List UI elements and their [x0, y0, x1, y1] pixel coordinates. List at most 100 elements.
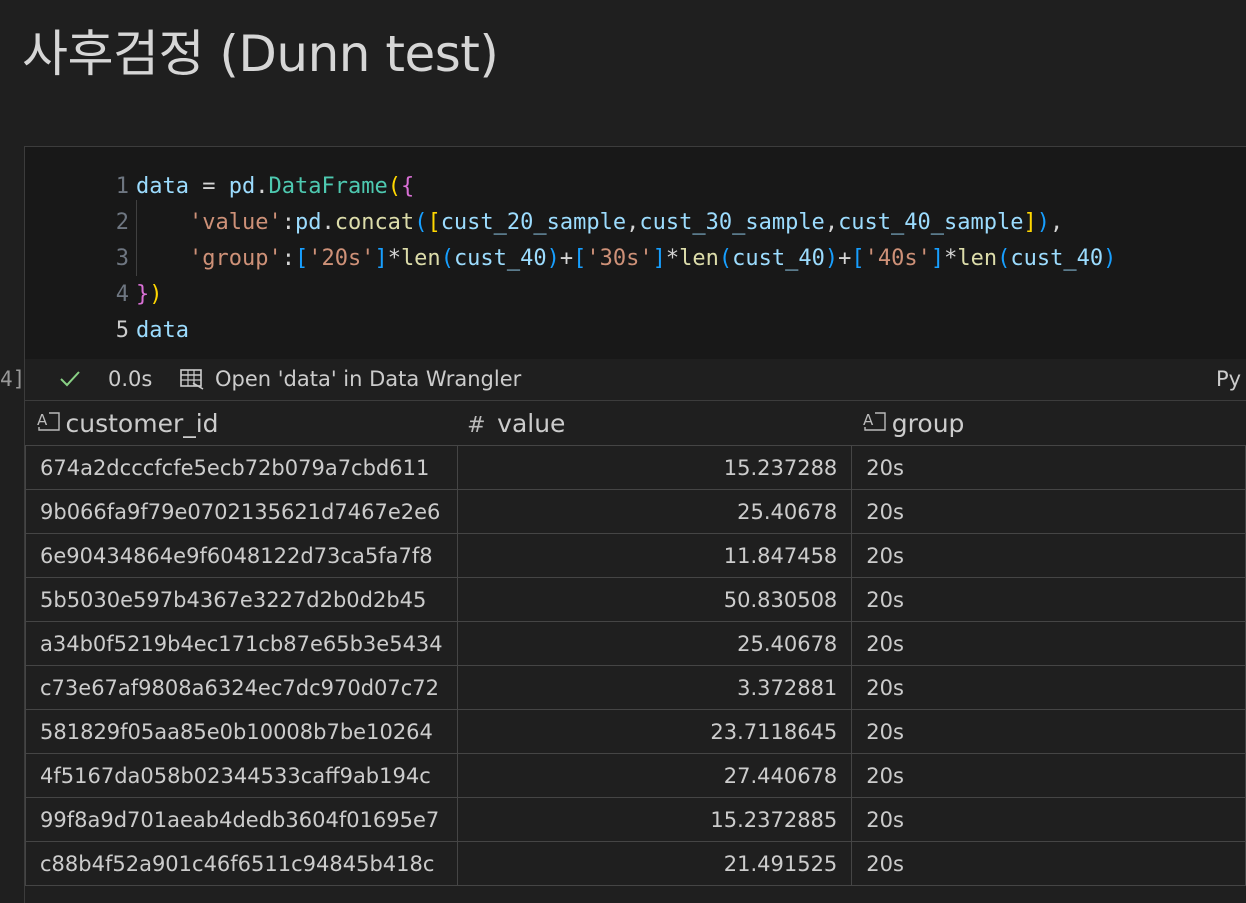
cell-customer-id: c73e67af9808a6324ec7dc970d07c72 — [25, 665, 458, 710]
code-token: concat — [334, 210, 415, 235]
code-token: data — [136, 174, 189, 199]
cell-group: 20s — [851, 533, 1246, 578]
cell-value: 15.2372885 — [456, 797, 853, 842]
execution-count: 4] — [0, 367, 26, 391]
code-token: ( — [997, 246, 1011, 271]
code-token: . — [255, 174, 269, 199]
code-editor[interactable]: 1 data = pd.DataFrame({2 'value':pd.conca… — [25, 147, 1246, 359]
code-token: pd — [294, 210, 322, 235]
code-token: len — [957, 246, 998, 271]
code-token: + — [559, 246, 574, 271]
code-token: ) — [824, 246, 839, 271]
cell-value: 3.372881 — [456, 665, 853, 710]
cell-customer-id: 6e90434864e9f6048122d73ca5fa7f8 — [25, 533, 458, 578]
code-token: ( — [414, 210, 428, 235]
code-token: * — [944, 246, 958, 271]
code-token: ) — [546, 246, 560, 271]
code-token: cust_40_sample — [838, 210, 1024, 235]
code-token: [ — [851, 246, 865, 271]
cell-customer-id: 4f5167da058b02344533caff9ab194c — [25, 753, 458, 798]
cell-group: 20s — [851, 577, 1246, 622]
text-type-icon: A — [862, 410, 892, 438]
code-token: : — [281, 210, 295, 235]
table-header-row: A customer_id # value A group — [25, 401, 1246, 446]
cell-customer-id: 99f8a9d701aeab4dedb3604f01695e7 — [25, 797, 458, 842]
table-row[interactable]: 581829f05aa85e0b10008b7be10264 23.7118645… — [25, 709, 1246, 754]
svg-text:A: A — [37, 411, 48, 429]
table-row[interactable]: 6e90434864e9f6048122d73ca5fa7f8 11.847458… — [25, 533, 1246, 578]
table-row[interactable]: 5b5030e597b4367e3227d2b0d2b45 50.830508 20… — [25, 577, 1246, 622]
code-token: '30s' — [586, 246, 653, 271]
cell-customer-id: 5b5030e597b4367e3227d2b0d2b45 — [25, 577, 458, 622]
code-token: ( — [440, 246, 454, 271]
code-token: , — [626, 210, 640, 235]
code-token: ( — [718, 246, 733, 271]
code-token: ) — [1036, 210, 1050, 235]
code-token: ] — [652, 246, 666, 271]
code-token: cust_30_sample — [639, 210, 825, 235]
cell-group: 20s — [851, 841, 1246, 886]
table-icon[interactable] — [179, 367, 205, 391]
cell-value: 11.847458 — [456, 533, 853, 578]
cell-value: 23.7118645 — [456, 709, 853, 754]
line-number: 3 — [115, 246, 129, 271]
code-token: ) — [1103, 246, 1117, 271]
code-token: len — [679, 246, 719, 271]
cell-customer-id: 9b066fa9f79e0702135621d7467e2e6 — [25, 489, 458, 534]
code-token: . — [321, 210, 335, 235]
code-token: [ — [427, 210, 441, 235]
column-header-value[interactable]: # value — [457, 401, 852, 446]
code-token: ] — [374, 246, 388, 271]
code-token: , — [1050, 210, 1064, 235]
code-token: data — [136, 318, 189, 343]
table-row[interactable]: 9b066fa9f79e0702135621d7467e2e6 25.40678 2… — [25, 489, 1246, 534]
code-token: 'group' — [188, 246, 282, 271]
code-token: [ — [294, 246, 309, 271]
code-token: + — [838, 246, 852, 271]
cell-group: 20s — [851, 797, 1246, 842]
line-number: 1 — [115, 174, 129, 199]
text-type-icon: A — [36, 410, 66, 438]
code-text: data = pd.DataFrame({ — [136, 169, 414, 205]
cell-customer-id: c88b4f52a901c46f6511c94845b418c — [25, 841, 458, 886]
open-data-wrangler-link[interactable]: Open 'data' in Data Wrangler — [215, 367, 521, 391]
cell-group: 20s — [851, 445, 1246, 490]
line-number: 5 — [115, 318, 129, 343]
cell-value: 25.40678 — [456, 489, 853, 534]
code-text: }) — [136, 277, 163, 313]
table-row[interactable]: c73e67af9808a6324ec7dc970d07c72 3.372881 2… — [25, 665, 1246, 710]
line-number: 4 — [115, 282, 129, 307]
kernel-language-label[interactable]: Py — [1216, 367, 1241, 391]
table-row[interactable]: a34b0f5219b4ec171cb87e65b3e5434 25.40678 2… — [25, 621, 1246, 666]
code-token: * — [665, 246, 680, 271]
cell-value: 21.491525 — [456, 841, 853, 886]
table-row[interactable]: c88b4f52a901c46f6511c94845b418c 21.491525… — [25, 841, 1246, 886]
cell-status-bar: 0.0s Open 'data' in Data Wrangler Py — [25, 362, 1246, 398]
table-row[interactable]: 99f8a9d701aeab4dedb3604f01695e7 15.237288… — [25, 797, 1246, 842]
code-token: 'value' — [188, 210, 282, 235]
column-header-group[interactable]: A group — [851, 401, 1246, 446]
code-token: { — [400, 174, 415, 199]
code-token: '20s' — [308, 246, 375, 271]
code-token: len — [400, 246, 441, 271]
execution-time: 0.0s — [108, 367, 153, 391]
table-row[interactable]: 4f5167da058b02344533caff9ab194c 27.440678… — [25, 753, 1246, 798]
dataframe-table: A customer_id # value A group 674a2dcccfc… — [25, 401, 1246, 886]
code-token: = — [188, 174, 229, 199]
check-icon — [60, 371, 80, 387]
table-row[interactable]: 674a2dcccfcfe5ecb72b079a7cbd611 15.237288… — [25, 445, 1246, 490]
code-token: ] — [1023, 210, 1037, 235]
number-type-icon: # — [467, 412, 486, 438]
code-token: ( — [387, 174, 401, 199]
column-header-customer-id[interactable]: A customer_id — [25, 401, 458, 446]
code-token: , — [824, 210, 839, 235]
cell-customer-id: 674a2dcccfcfe5ecb72b079a7cbd611 — [25, 445, 458, 490]
cell-group: 20s — [851, 489, 1246, 534]
cell-group: 20s — [851, 665, 1246, 710]
cell-group: 20s — [851, 753, 1246, 798]
cell-group: 20s — [851, 621, 1246, 666]
code-token: cust_20_sample — [440, 210, 627, 235]
code-token: pd — [228, 174, 256, 199]
cell-value: 25.40678 — [456, 621, 853, 666]
